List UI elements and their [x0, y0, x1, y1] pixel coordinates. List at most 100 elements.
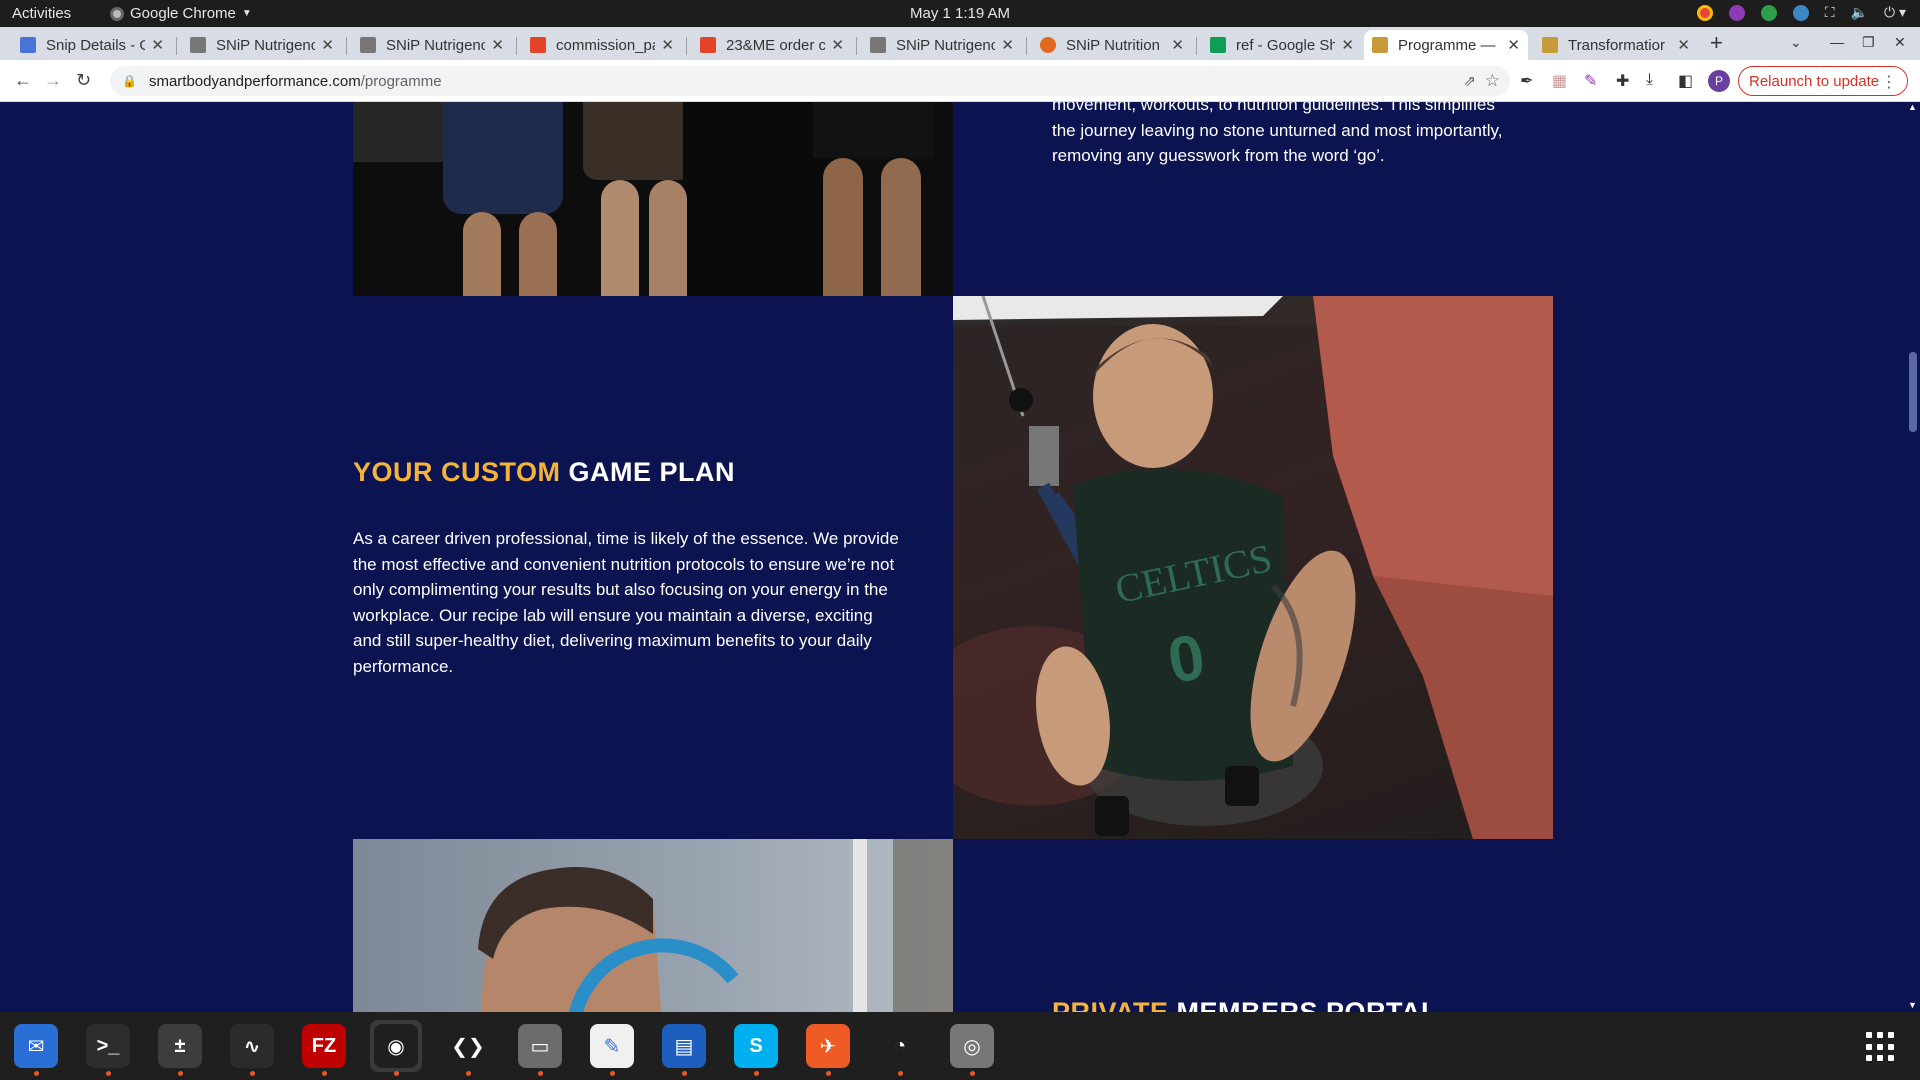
- restore-icon[interactable]: ❐: [1862, 34, 1875, 51]
- volume-icon[interactable]: 🔈: [1851, 4, 1868, 21]
- clock[interactable]: May 1 1:19 AM: [910, 5, 1010, 22]
- app-menu[interactable]: Google Chrome ▼: [110, 5, 252, 22]
- intro-paragraph: movement, workouts, to nutrition guideli…: [1052, 102, 1503, 165]
- back-icon[interactable]: ←: [14, 70, 32, 91]
- cable-training-illustration: CELTICS 0: [953, 296, 1553, 839]
- tab-snip-nutrition[interactable]: SNiP Nutrition ✕: [1032, 30, 1192, 60]
- scroll-up-arrow-icon[interactable]: ▲: [1908, 102, 1917, 112]
- cable-training-photo: CELTICS 0: [953, 296, 1553, 839]
- close-icon[interactable]: ✕: [151, 36, 164, 54]
- running-indicator: [321, 1071, 327, 1076]
- reload-icon[interactable]: ↻: [76, 70, 91, 91]
- tab-snip-nutrigenomics-2[interactable]: SNiP Nutrigenc ✕: [352, 30, 512, 60]
- skype-icon: S: [734, 1024, 778, 1068]
- tab-23andme-order[interactable]: 23&ME order cl ✕: [692, 30, 852, 60]
- running-indicator: [825, 1071, 831, 1076]
- snip-nutrition-icon: [1040, 37, 1056, 53]
- writer-icon: ▤: [662, 1024, 706, 1068]
- tab-programme[interactable]: Programme — ✕: [1364, 30, 1528, 60]
- running-indicator: [753, 1071, 759, 1076]
- network-icon[interactable]: ⛶: [1825, 4, 1835, 21]
- dock-skype[interactable]: S: [730, 1020, 782, 1076]
- tab-snip-nutrigenomics-1[interactable]: SNiP Nutrigenc ✕: [182, 30, 342, 60]
- scrollbar-thumb[interactable]: [1909, 352, 1917, 432]
- running-indicator: [969, 1071, 975, 1076]
- minimize-icon[interactable]: —: [1830, 34, 1844, 50]
- calendar-extension-icon[interactable]: ▦: [1552, 71, 1567, 91]
- tab-snip-details[interactable]: Snip Details - G ✕: [12, 30, 172, 60]
- gitlab-icon: [700, 37, 716, 53]
- page-scrollbar[interactable]: ▲ ▼: [1905, 102, 1920, 1012]
- gitlab-icon: [530, 37, 546, 53]
- running-indicator: [249, 1071, 255, 1076]
- caret-down-icon: ▼: [241, 8, 252, 19]
- pen-extension-icon[interactable]: ✎: [1584, 71, 1597, 91]
- portrait-illustration: [478, 839, 953, 1012]
- sync-tray-icon[interactable]: [1792, 4, 1809, 21]
- dock-chrome[interactable]: ◉: [370, 1020, 422, 1076]
- activities-button[interactable]: Activities: [12, 5, 71, 22]
- power-icon[interactable]: ⏻ ▾: [1884, 4, 1906, 21]
- bookmark-star-icon[interactable]: ☆: [1485, 71, 1500, 91]
- terminal-icon: >_: [86, 1024, 130, 1068]
- sbp-icon: [1542, 37, 1558, 53]
- tab-transformation[interactable]: Transformatior ✕: [1534, 30, 1698, 60]
- url-host: smartbodyandperformance.com: [148, 72, 361, 90]
- dock-files[interactable]: ▭: [514, 1020, 566, 1076]
- close-icon[interactable]: ✕: [831, 36, 844, 54]
- running-indicator: [537, 1071, 543, 1076]
- dock-blender[interactable]: ◔: [874, 1020, 926, 1076]
- tab-commission[interactable]: commission_pa ✕: [522, 30, 682, 60]
- download-icon[interactable]: ⤓: [1646, 71, 1653, 89]
- tab-ref-google-sheets[interactable]: ref - Google She ✕: [1202, 30, 1362, 60]
- dock-thunderbird[interactable]: ✉: [10, 1020, 62, 1076]
- close-icon[interactable]: ✕: [321, 36, 334, 54]
- dock-text-editor[interactable]: ✎: [586, 1020, 638, 1076]
- new-tab-button[interactable]: +: [1710, 30, 1723, 56]
- close-icon[interactable]: ✕: [1001, 36, 1014, 54]
- running-indicator: [897, 1071, 903, 1076]
- dock-filezilla[interactable]: FZ: [298, 1020, 350, 1076]
- close-icon[interactable]: ✕: [1677, 36, 1690, 54]
- lock-icon[interactable]: 🔒: [122, 74, 137, 88]
- relaunch-to-update-button[interactable]: Relaunch to update ⋮: [1738, 66, 1908, 96]
- show-applications-icon[interactable]: [1866, 1032, 1896, 1062]
- close-icon[interactable]: ✕: [1341, 36, 1354, 54]
- share-icon[interactable]: ⇗: [1463, 72, 1476, 90]
- system-monitor-icon: ∿: [230, 1024, 274, 1068]
- chrome-tray-icon[interactable]: [1696, 4, 1713, 21]
- system-tray: ⛶ 🔈 ⏻ ▾: [1696, 4, 1906, 21]
- url-path: /programme: [360, 72, 442, 90]
- postman-icon: ✈: [806, 1024, 850, 1068]
- profile-avatar[interactable]: P: [1708, 70, 1730, 92]
- tab-search-icon[interactable]: ⌄: [1790, 34, 1802, 51]
- chrome-icon: ◉: [374, 1024, 418, 1068]
- dock-terminal[interactable]: >_: [82, 1020, 134, 1076]
- close-window-icon[interactable]: ✕: [1894, 34, 1906, 51]
- dock-disks[interactable]: ◎: [946, 1020, 998, 1076]
- dock-postman[interactable]: ✈: [802, 1020, 854, 1076]
- dock-vscode[interactable]: ❮❯: [442, 1020, 494, 1076]
- address-bar[interactable]: 🔒 smartbodyandperformance.com/programme …: [110, 66, 1510, 96]
- side-panel-icon[interactable]: ◧: [1678, 71, 1693, 91]
- athletes-legs-image: [353, 102, 953, 296]
- dock-calculator[interactable]: ±: [154, 1020, 206, 1076]
- snip-icon: [870, 37, 886, 53]
- dock-writer[interactable]: ▤: [658, 1020, 710, 1076]
- text-editor-icon: ✎: [590, 1024, 634, 1068]
- scroll-down-arrow-icon[interactable]: ▼: [1908, 1000, 1917, 1010]
- kebab-menu-icon[interactable]: ⋮: [1881, 72, 1897, 92]
- close-icon[interactable]: ✕: [1507, 36, 1520, 54]
- close-icon[interactable]: ✕: [661, 36, 674, 54]
- chrome-icon: [110, 6, 124, 21]
- close-icon[interactable]: ✕: [491, 36, 504, 54]
- tab-snip-nutrigenomics-3[interactable]: SNiP Nutrigenc ✕: [862, 30, 1022, 60]
- forward-icon[interactable]: →: [44, 70, 62, 91]
- dropper-tray-icon[interactable]: [1728, 4, 1745, 21]
- dock-system-monitor[interactable]: ∿: [226, 1020, 278, 1076]
- tab-strip: Snip Details - G ✕ SNiP Nutrigenc ✕ SNiP…: [0, 27, 1920, 60]
- extensions-puzzle-icon[interactable]: ✚: [1616, 71, 1629, 91]
- eyedropper-extension-icon[interactable]: ✒: [1520, 71, 1533, 91]
- close-icon[interactable]: ✕: [1171, 36, 1184, 54]
- update-tray-icon[interactable]: [1760, 4, 1777, 21]
